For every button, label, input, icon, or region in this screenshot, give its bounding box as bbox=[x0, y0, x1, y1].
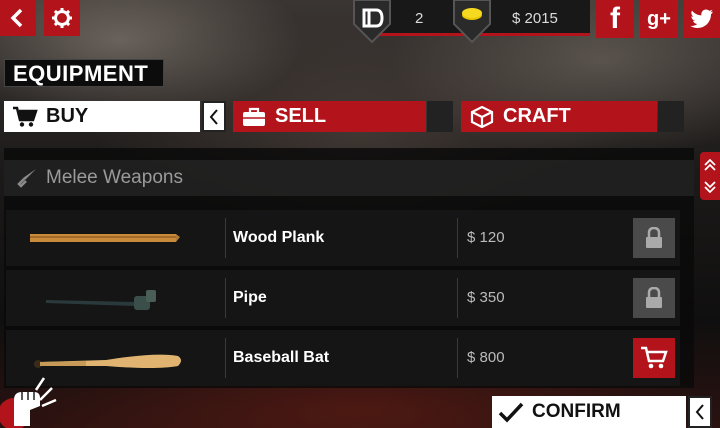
tab-sell-spacer bbox=[427, 101, 453, 132]
item-row-baseball-bat[interactable]: Baseball Bat $ 800 bbox=[6, 330, 680, 386]
column-divider bbox=[457, 278, 458, 318]
double-chevron-icon bbox=[704, 158, 716, 194]
page-title: EQUIPMENT bbox=[4, 59, 164, 87]
tab-craft[interactable]: CRAFT bbox=[461, 101, 657, 132]
buy-button[interactable] bbox=[633, 338, 675, 378]
item-name: Wood Plank bbox=[233, 229, 325, 246]
cube-icon bbox=[470, 105, 494, 128]
column-divider bbox=[457, 338, 458, 378]
chevron-left-icon bbox=[10, 8, 23, 28]
facebook-button[interactable]: f bbox=[596, 0, 634, 38]
scroll-handle[interactable] bbox=[700, 152, 720, 200]
column-divider bbox=[225, 218, 226, 258]
briefcase-icon bbox=[243, 107, 265, 126]
knife-icon bbox=[17, 169, 36, 188]
column-divider bbox=[225, 338, 226, 378]
lock-icon bbox=[646, 227, 662, 248]
chevron-left-icon bbox=[695, 404, 704, 420]
locked-button[interactable] bbox=[633, 278, 675, 318]
pipe-image bbox=[46, 290, 156, 310]
item-row-wood-plank[interactable]: Wood Plank $ 120 bbox=[6, 210, 680, 266]
confirm-button[interactable]: CONFIRM bbox=[492, 396, 686, 428]
checkmark-icon bbox=[498, 402, 524, 423]
wood-plank-image bbox=[30, 234, 180, 242]
cart-icon bbox=[641, 346, 668, 369]
item-row-pipe[interactable]: Pipe $ 350 bbox=[6, 270, 680, 326]
item-price: $ 120 bbox=[467, 229, 505, 246]
column-divider bbox=[225, 278, 226, 318]
tab-sell[interactable]: SELL bbox=[233, 101, 426, 132]
level-shield-icon bbox=[353, 0, 391, 44]
settings-button[interactable] bbox=[44, 0, 80, 36]
google-plus-icon: g+ bbox=[647, 7, 671, 30]
back-button[interactable] bbox=[0, 0, 36, 36]
section-label: Melee Weapons bbox=[46, 167, 183, 188]
item-name: Baseball Bat bbox=[233, 349, 330, 366]
tab-craft-label: CRAFT bbox=[503, 105, 571, 127]
confirm-label: CONFIRM bbox=[532, 401, 621, 422]
lock-icon bbox=[646, 287, 662, 308]
tab-buy-label: BUY bbox=[46, 105, 89, 127]
level-value: 2 bbox=[415, 10, 424, 27]
locked-button[interactable] bbox=[633, 218, 675, 258]
tab-craft-spacer bbox=[658, 101, 684, 132]
column-divider bbox=[457, 218, 458, 258]
google-plus-button[interactable]: g+ bbox=[640, 0, 678, 38]
item-price: $ 800 bbox=[467, 349, 505, 366]
twitter-icon bbox=[690, 9, 713, 28]
confirm-collapse-button[interactable] bbox=[688, 396, 712, 428]
item-name: Pipe bbox=[233, 289, 267, 306]
facebook-icon: f bbox=[610, 2, 620, 35]
tab-buy-collapse-button[interactable] bbox=[202, 101, 226, 132]
tab-buy[interactable]: BUY bbox=[4, 101, 200, 132]
item-price: $ 350 bbox=[467, 289, 505, 306]
tab-sell-label: SELL bbox=[275, 105, 327, 127]
fist-logo-icon bbox=[0, 377, 57, 428]
gear-icon bbox=[52, 8, 72, 28]
chevron-left-icon bbox=[209, 108, 218, 125]
coin-shield-icon bbox=[453, 0, 491, 44]
twitter-button[interactable] bbox=[684, 0, 720, 38]
items-panel: Melee Weapons Wood Plank $ 120 Pipe $ 35 bbox=[4, 148, 694, 388]
money-value: $ 2015 bbox=[512, 10, 558, 27]
cart-icon bbox=[13, 106, 38, 127]
section-header: Melee Weapons bbox=[4, 160, 694, 196]
